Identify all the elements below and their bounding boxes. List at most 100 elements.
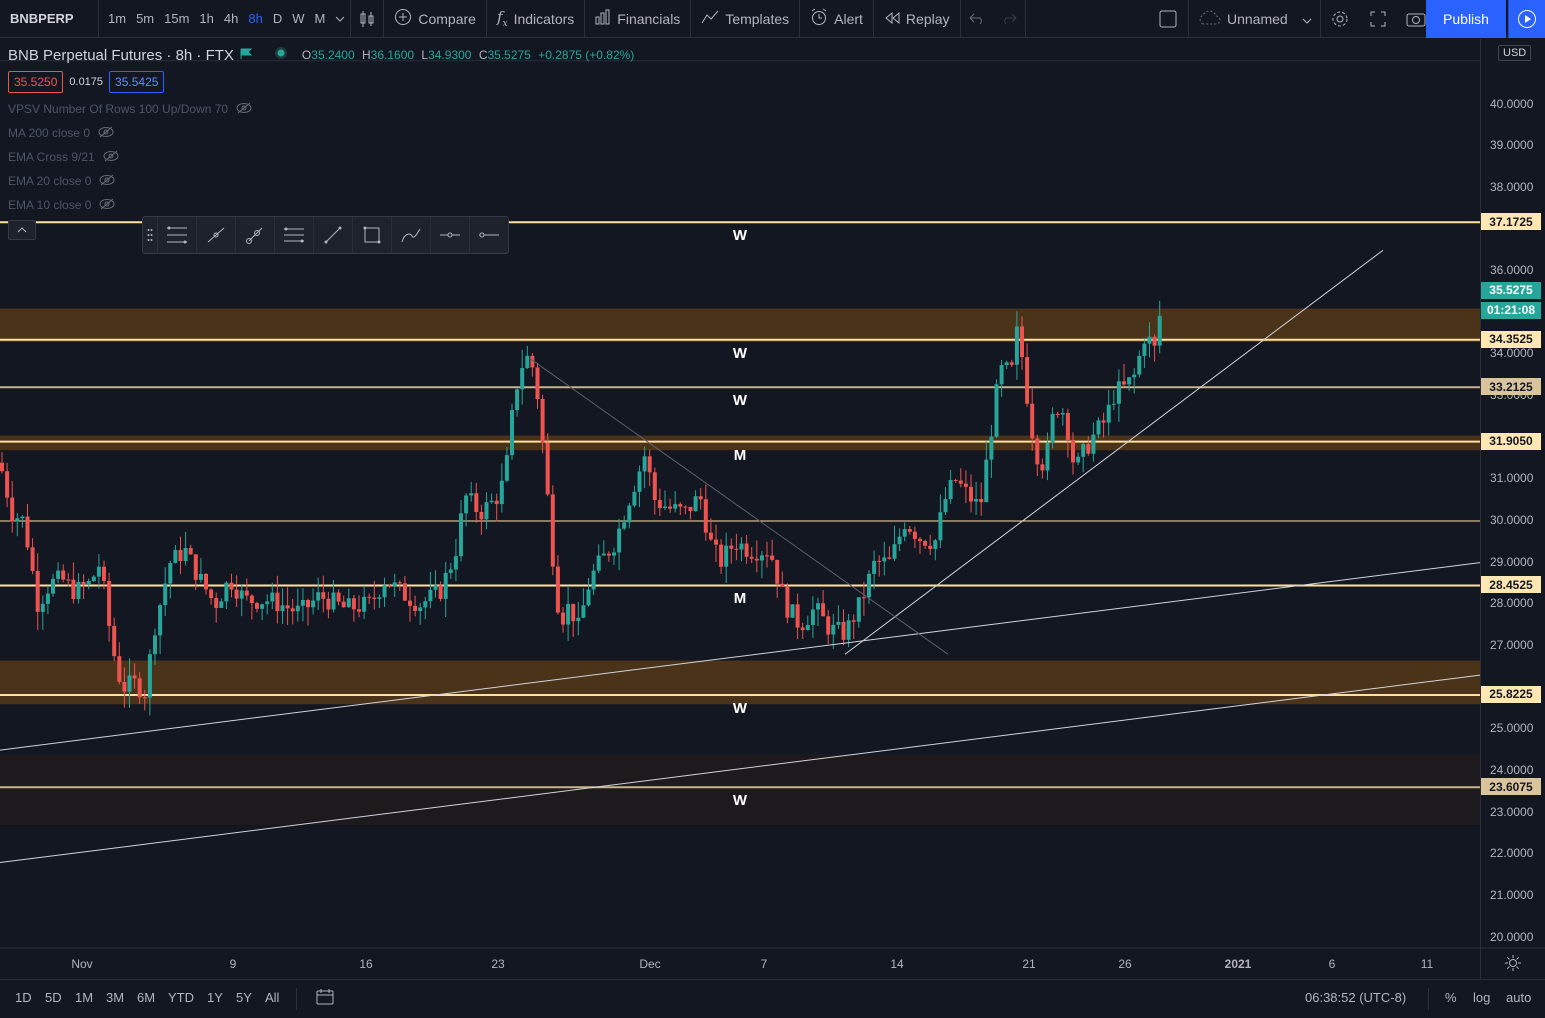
candle-body xyxy=(275,592,280,612)
candle-body xyxy=(300,600,305,606)
chevron-down-icon[interactable] xyxy=(330,0,350,38)
clock-timezone[interactable]: 06:38:52 (UTC-8) xyxy=(1305,990,1406,1005)
candle-body xyxy=(969,486,973,502)
range-all[interactable]: All xyxy=(265,990,279,1005)
range-1d[interactable]: 1D xyxy=(15,990,32,1005)
drag-handle-icon[interactable] xyxy=(143,228,157,242)
interval-1h[interactable]: 1h xyxy=(194,11,218,26)
price-axis-label: 31.0000 xyxy=(1490,471,1534,486)
candle-body xyxy=(637,471,642,492)
range-5d[interactable]: 5D xyxy=(45,990,62,1005)
indicator-ma200[interactable]: MA 200 close 0 xyxy=(8,125,634,141)
time-axis-label: 14 xyxy=(890,957,904,971)
interval-d[interactable]: D xyxy=(268,11,287,26)
candle-body xyxy=(912,531,917,539)
eye-hidden-icon[interactable] xyxy=(103,150,119,165)
redo-icon[interactable] xyxy=(993,0,1025,38)
compare-button[interactable]: Compare xyxy=(384,0,486,38)
auto-toggle[interactable]: auto xyxy=(1506,990,1531,1005)
interval-m[interactable]: M xyxy=(310,11,331,26)
play-icon[interactable] xyxy=(1508,0,1545,38)
interval-4h[interactable]: 4h xyxy=(219,11,243,26)
price-axis-label: 20.0000 xyxy=(1490,929,1534,944)
interval-5m[interactable]: 5m xyxy=(131,11,159,26)
ray-icon[interactable] xyxy=(235,217,274,253)
indicator-vpsv[interactable]: VPSV Number Of Rows 100 Up/Down 70 xyxy=(8,101,634,117)
settings-sun-icon[interactable] xyxy=(1505,955,1521,974)
eye-hidden-icon[interactable] xyxy=(99,198,115,213)
candle-body xyxy=(413,605,418,612)
horizontal-line-icon[interactable] xyxy=(469,217,508,253)
brush-icon[interactable] xyxy=(391,217,430,253)
range-6m[interactable]: 6M xyxy=(137,990,155,1005)
candle-body xyxy=(443,572,448,599)
high-label: H xyxy=(362,48,371,62)
open-label: O xyxy=(301,48,312,62)
sell-price-button[interactable]: 35.5250 xyxy=(8,71,64,93)
candle-body xyxy=(515,389,520,411)
undo-icon[interactable] xyxy=(961,0,993,38)
candle-body xyxy=(428,589,433,602)
interval-1m[interactable]: 1m xyxy=(103,11,131,26)
interval-15m[interactable]: 15m xyxy=(159,11,194,26)
replay-button[interactable]: Replay xyxy=(874,0,960,38)
indicators-button[interactable]: fx Indicators xyxy=(487,0,584,38)
range-5y[interactable]: 5Y xyxy=(236,990,252,1005)
trend-angle-icon[interactable] xyxy=(196,217,235,253)
candle-body xyxy=(657,499,662,508)
horizontal-ray-icon[interactable] xyxy=(430,217,469,253)
financials-button[interactable]: Financials xyxy=(585,0,690,38)
candle-style-icon[interactable] xyxy=(351,0,383,38)
log-toggle[interactable]: log xyxy=(1473,990,1490,1005)
candle-body xyxy=(958,480,963,484)
parallel-channel-icon[interactable] xyxy=(274,217,313,253)
rectangle-icon[interactable] xyxy=(352,217,391,253)
publish-button[interactable]: Publish xyxy=(1426,0,1506,38)
level-price-tag: 31.9050 xyxy=(1481,432,1541,450)
calendar-icon[interactable] xyxy=(316,989,334,1008)
fullscreen-icon[interactable] xyxy=(1359,0,1397,38)
eye-hidden-icon[interactable] xyxy=(236,102,252,117)
candle-body xyxy=(438,585,443,599)
collapse-legend-button[interactable] xyxy=(8,220,36,240)
price-axis-label: 21.0000 xyxy=(1490,887,1534,902)
indicator-ema-cross[interactable]: EMA Cross 9/21 xyxy=(8,149,634,165)
templates-button[interactable]: Templates xyxy=(691,0,799,38)
buy-price-button[interactable]: 35.5425 xyxy=(109,71,165,93)
candle-body xyxy=(408,600,412,606)
candle-body xyxy=(448,569,453,573)
candle-body xyxy=(999,365,1004,385)
range-1y[interactable]: 1Y xyxy=(207,990,223,1005)
range-1m[interactable]: 1M xyxy=(75,990,93,1005)
layout-menu-button[interactable]: Unnamed xyxy=(1189,0,1320,38)
candle-body xyxy=(749,556,754,559)
trend-line-icon[interactable] xyxy=(313,217,352,253)
symbol-title[interactable]: BNB Perpetual Futures · 8h · FTX xyxy=(8,47,234,64)
percent-toggle[interactable]: % xyxy=(1445,990,1457,1005)
indicator-ema10[interactable]: EMA 10 close 0 xyxy=(8,197,634,213)
range-ytd[interactable]: YTD xyxy=(168,990,194,1005)
eye-hidden-icon[interactable] xyxy=(98,126,114,141)
candle-body xyxy=(66,579,71,581)
eye-hidden-icon[interactable] xyxy=(99,174,115,189)
interval-w[interactable]: W xyxy=(287,11,309,26)
drawing-toolbar xyxy=(142,216,509,254)
candle-body xyxy=(153,635,157,655)
alert-button[interactable]: Alert xyxy=(800,0,873,38)
close-label: C xyxy=(478,48,488,62)
range-3m[interactable]: 3M xyxy=(106,990,124,1005)
layout-name: Unnamed xyxy=(1227,11,1288,27)
fib-retracement-icon[interactable] xyxy=(157,217,196,253)
currency-label[interactable]: USD xyxy=(1498,45,1532,61)
indicator-ema20[interactable]: EMA 20 close 0 xyxy=(8,173,634,189)
candle-body xyxy=(372,597,377,599)
bar-chart-icon xyxy=(595,9,611,28)
candle-body xyxy=(744,543,749,557)
fullscreen-square-icon[interactable] xyxy=(1148,0,1188,38)
gear-icon[interactable] xyxy=(1321,0,1359,38)
interval-8h[interactable]: 8h xyxy=(243,11,267,26)
last-price-tag: 35.5275 xyxy=(1481,281,1541,299)
symbol-search[interactable]: BNBPERP xyxy=(0,11,98,26)
candle-body xyxy=(1025,357,1030,404)
candle-body xyxy=(540,398,545,443)
